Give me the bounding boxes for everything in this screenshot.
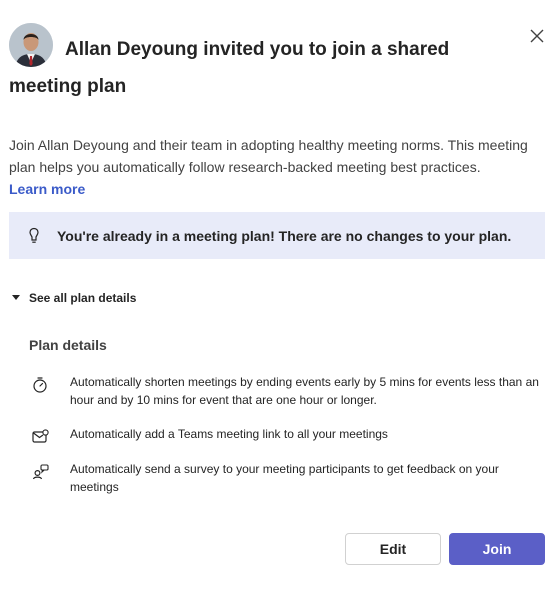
plan-item-survey: Automatically send a survey to your meet…	[29, 461, 544, 496]
banner-text: You're already in a meeting plan! There …	[57, 227, 512, 244]
plan-item-text: Automatically shorten meetings by ending…	[70, 375, 539, 407]
learn-more-link[interactable]: Learn more	[9, 178, 85, 200]
plan-details-heading: Plan details	[29, 337, 107, 353]
caret-down-icon[interactable]	[11, 293, 21, 303]
mail-link-icon	[29, 426, 55, 446]
dialog-title: Allan Deyoung invited you to join a shar…	[9, 39, 450, 97]
close-icon[interactable]	[530, 29, 544, 48]
survey-people-icon	[29, 461, 55, 481]
disclosure-label[interactable]: See all plan details	[29, 291, 136, 305]
plan-item-shorten-meetings: Automatically shorten meetings by ending…	[29, 374, 544, 409]
invite-dialog: Allan Deyoung invited you to join a shar…	[0, 0, 560, 590]
edit-button[interactable]: Edit	[345, 533, 441, 565]
timer-icon	[29, 374, 55, 394]
plan-item-teams-link: Automatically add a Teams meeting link t…	[29, 426, 544, 446]
lightbulb-icon	[26, 226, 42, 246]
dialog-description: Join Allan Deyoung and their team in ado…	[9, 137, 528, 175]
close-button[interactable]	[526, 27, 548, 49]
join-button[interactable]: Join	[449, 533, 545, 565]
plan-item-text: Automatically add a Teams meeting link t…	[70, 427, 388, 441]
plan-item-text: Automatically send a survey to your meet…	[70, 462, 499, 494]
see-plan-details-toggle[interactable]: See all plan details	[11, 291, 136, 305]
info-banner: You're already in a meeting plan! There …	[9, 212, 545, 259]
